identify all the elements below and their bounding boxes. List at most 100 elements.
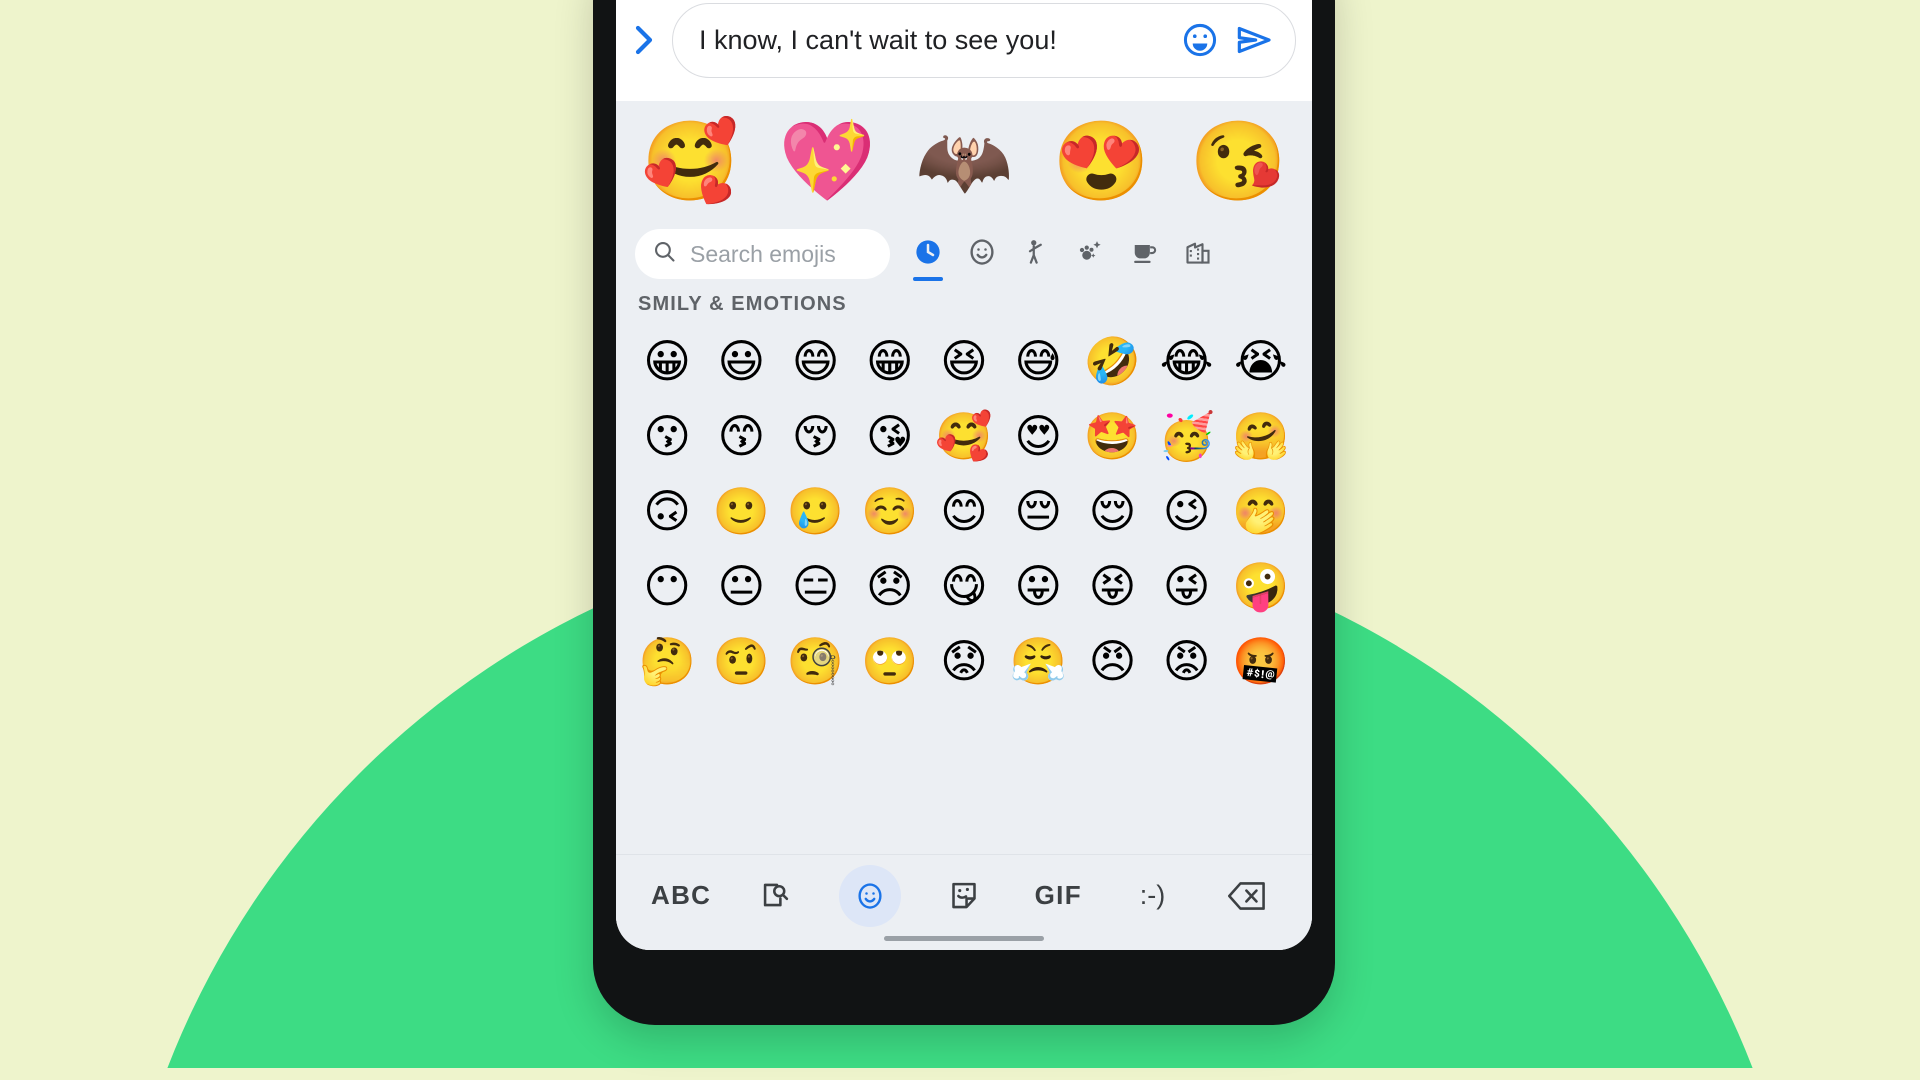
- emoji-grinning-face-sweat[interactable]: 😅: [1001, 338, 1075, 384]
- emoji-angry-face[interactable]: 😠: [1075, 638, 1149, 684]
- phone-screen: Now I know, I can't wait to see you!: [616, 0, 1312, 950]
- bottom-emoji-button[interactable]: [838, 864, 901, 927]
- sticker-bat-with-hearts[interactable]: 🦇: [904, 108, 1024, 214]
- emoji-face-with-tongue[interactable]: 😛: [1001, 563, 1075, 609]
- bottom-backspace-button[interactable]: [1216, 865, 1278, 927]
- search-placeholder-text: Search emojis: [690, 240, 836, 267]
- cup-icon: [1129, 237, 1159, 272]
- compose-row: I know, I can't wait to see you!: [616, 0, 1312, 82]
- chevron-right-icon[interactable]: [616, 22, 672, 58]
- emoji-grinning-squinting-face[interactable]: 😆: [927, 338, 1001, 384]
- sticker-sparkling-hearts[interactable]: 💖: [767, 108, 887, 214]
- emoji-face-with-symbols-on-mouth[interactable]: 🤬: [1224, 638, 1298, 684]
- emoji-kissing-face-closed-eyes[interactable]: 😚: [778, 413, 852, 459]
- emoji-face-with-raised-eyebrow[interactable]: 🤨: [704, 638, 778, 684]
- sticker-kissing-face-with-heart[interactable]: 😘: [1178, 108, 1298, 214]
- emoji-neutral-face[interactable]: 😐: [704, 563, 778, 609]
- emoji-winking-face-with-tongue[interactable]: 😜: [1150, 563, 1224, 609]
- emoji-grinning-face[interactable]: 😀: [630, 338, 704, 384]
- search-icon: [652, 239, 677, 269]
- paw-sparkle-icon: [1075, 237, 1105, 272]
- emoji-upside-down-face[interactable]: 🙃: [630, 488, 704, 534]
- send-icon[interactable]: [1227, 13, 1281, 67]
- compose-input-value[interactable]: I know, I can't wait to see you!: [699, 25, 1173, 56]
- search-input[interactable]: Search emojis: [635, 229, 890, 279]
- tab-smileys[interactable]: [956, 225, 1008, 283]
- emoji-search-row: Search emojis: [616, 223, 1312, 285]
- emoji-smiling-face[interactable]: ☺️: [853, 488, 927, 534]
- bottom-abc-button[interactable]: ABC: [650, 865, 712, 927]
- phone-frame: Now I know, I can't wait to see you!: [593, 0, 1335, 1025]
- emoji-row: 🤔 🤨 🧐 🙄 😟 😤 😠 😡 🤬: [630, 623, 1298, 698]
- emoji-worried-face[interactable]: 😟: [927, 638, 1001, 684]
- emoji-partying-face[interactable]: 🥳: [1150, 413, 1224, 459]
- emoji-grid[interactable]: 😀 😃 😄 😁 😆 😅 🤣 😂 😭 😗 😙 😚 😘 🥰 😍 🤩 🥳 🤗 🙃 🙂 🥲 ☺️ 😊 😔 😌 😉 🤭 😶 😐 😑 😞 😋 😛 😝 😜 🤪 🤔 🤨 🧐…: [616, 323, 1312, 730]
- emoji-expressionless-face[interactable]: 😑: [778, 563, 852, 609]
- emoji-pensive-face[interactable]: 😔: [1001, 488, 1075, 534]
- bottom-search-button[interactable]: [744, 865, 806, 927]
- emoji-face-with-hand-over-mouth[interactable]: 🤭: [1224, 488, 1298, 534]
- emoji-row: 😗 😙 😚 😘 🥰 😍 🤩 🥳 🤗: [630, 398, 1298, 473]
- emoji-winking-face[interactable]: 😉: [1150, 488, 1224, 534]
- tab-nature[interactable]: [1064, 225, 1116, 283]
- emoji-face-with-steam-from-nose[interactable]: 😤: [1001, 638, 1075, 684]
- emoji-smiling-face-smiling-eyes[interactable]: 😊: [927, 488, 1001, 534]
- emoji-grinning-face-smiling-eyes[interactable]: 😄: [778, 338, 852, 384]
- sticker-face-surrounded-by-hearts[interactable]: 😍: [1041, 108, 1161, 214]
- bottom-abc-button-label: ABC: [651, 880, 712, 910]
- clock-icon: [913, 237, 943, 272]
- emoji-pouting-face[interactable]: 😡: [1150, 638, 1224, 684]
- emoji-row: 😶 😐 😑 😞 😋 😛 😝 😜 🤪: [630, 548, 1298, 623]
- tab-food[interactable]: [1118, 225, 1170, 283]
- emoji-smiling-face-with-tear[interactable]: 🥲: [778, 488, 852, 534]
- sticker-suggestion-strip[interactable]: 🥰 💖 🦇 😍 😘: [616, 101, 1312, 221]
- sticker-icon: [947, 879, 981, 913]
- bottom-emoticon-button[interactable]: :-): [1122, 865, 1184, 927]
- emoji-kissing-face-smiling-eyes[interactable]: 😙: [704, 413, 778, 459]
- tab-places[interactable]: [1172, 225, 1224, 283]
- emoji-face-with-tears-of-joy[interactable]: 😂: [1150, 338, 1224, 384]
- emoji-face-with-monocle[interactable]: 🧐: [778, 638, 852, 684]
- emoji-disappointed-face[interactable]: 😞: [853, 563, 927, 609]
- buildings-icon: [1183, 237, 1213, 272]
- emoji-smiling-face-with-heart-eyes[interactable]: 😍: [1001, 413, 1075, 459]
- emoji-star-struck[interactable]: 🤩: [1075, 413, 1149, 459]
- emoji-row: 🙃 🙂 🥲 ☺️ 😊 😔 😌 😉 🤭: [630, 473, 1298, 548]
- smiley-face-icon: [855, 881, 885, 911]
- emoji-keyboard-panel: 🥰 💖 🦇 😍 😘 Search emojis SMILY & EMOTIONS 😀 😃 😄…: [616, 101, 1312, 950]
- emoji-squinting-face-with-tongue[interactable]: 😝: [1075, 563, 1149, 609]
- person-waving-icon: [1021, 237, 1051, 272]
- emoji-face-icon[interactable]: [1173, 13, 1227, 67]
- bottom-gif-button-label: GIF: [1034, 880, 1082, 910]
- backspace-icon: [1227, 879, 1267, 913]
- active-tab-underline: [913, 277, 943, 281]
- emoji-relieved-face[interactable]: 😌: [1075, 488, 1149, 534]
- home-indicator: [884, 936, 1044, 941]
- emoji-loudly-crying-face[interactable]: 😭: [1224, 338, 1298, 384]
- emoji-slightly-smiling-face[interactable]: 🙂: [704, 488, 778, 534]
- emoji-grinning-face-big-eyes[interactable]: 😃: [704, 338, 778, 384]
- background-bottom-strip: [0, 1068, 1920, 1080]
- emoji-hugging-face[interactable]: 🤗: [1224, 413, 1298, 459]
- tab-recent[interactable]: [902, 225, 954, 283]
- compose-input-field[interactable]: I know, I can't wait to see you!: [672, 2, 1296, 78]
- emoji-thinking-face[interactable]: 🤔: [630, 638, 704, 684]
- smiley-face-icon: [967, 237, 997, 272]
- sticker-smiling-face-with-hearts[interactable]: 🥰: [630, 108, 750, 214]
- emoji-row: 😀 😃 😄 😁 😆 😅 🤣 😂 😭: [630, 323, 1298, 398]
- emoji-face-without-mouth[interactable]: 😶: [630, 563, 704, 609]
- emoji-kissing-face[interactable]: 😗: [630, 413, 704, 459]
- emoji-smiling-face-with-hearts[interactable]: 🥰: [927, 413, 1001, 459]
- emoji-face-savoring-food[interactable]: 😋: [927, 563, 1001, 609]
- conversation-area: Now I know, I can't wait to see you!: [616, 0, 1312, 101]
- emoji-rolling-on-floor-laughing[interactable]: 🤣: [1075, 338, 1149, 384]
- emoji-zany-face[interactable]: 🤪: [1224, 563, 1298, 609]
- tab-people[interactable]: [1010, 225, 1062, 283]
- bottom-sticker-button[interactable]: [933, 865, 995, 927]
- emoji-beaming-face[interactable]: 😁: [853, 338, 927, 384]
- bottom-gif-button[interactable]: GIF: [1027, 865, 1089, 927]
- search-card-icon: [758, 879, 792, 913]
- emoji-face-blowing-a-kiss[interactable]: 😘: [853, 413, 927, 459]
- emoji-category-tabs[interactable]: [890, 223, 1312, 285]
- emoji-face-with-rolling-eyes[interactable]: 🙄: [853, 638, 927, 684]
